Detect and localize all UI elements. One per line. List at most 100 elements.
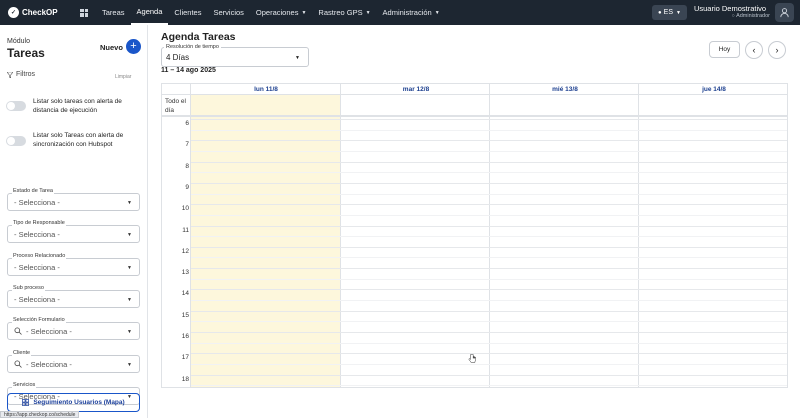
filter-value: - Selecciona - [14,229,60,239]
sidebar: Módulo Tareas Nuevo + Filtros Limpiar Li… [0,25,148,418]
hour-label: 8 [185,162,189,170]
filter-select[interactable]: - Selecciona - ▼ [7,355,140,373]
time-slot-line [191,236,787,238]
time-slot-line [191,182,787,184]
nav-item-4[interactable]: Operaciones ▼ [250,0,312,25]
all-day-label: Todo el día [165,98,186,114]
hour-label: 10 [181,205,189,213]
nav-item-label: Servicios [213,8,244,17]
page-title: Agenda Tareas [161,31,236,43]
time-slot-line [191,257,787,259]
nav-item-label: Tareas [102,8,125,17]
nav-item-1[interactable]: Agenda [130,0,169,25]
today-button[interactable]: Hoy [709,41,740,58]
time-slot-line [191,363,787,365]
user-tracking-map-button[interactable]: Seguimiento Usuarios (Mapa) [7,393,140,412]
time-slot-line [191,321,787,323]
filter-value: - Selecciona - [14,262,60,272]
nav-item-label: Operaciones [255,8,299,17]
time-resolution-label: Resolución de tiempo [164,44,221,50]
time-slot-line [191,342,787,344]
plus-icon: + [130,40,137,52]
nav-item-label: Administración [382,8,432,17]
chevron-down-icon: ▼ [127,362,132,368]
user-name[interactable]: Usuario Demostrativo [690,4,770,13]
day-header[interactable]: mar 12/8 [341,84,491,95]
nav-item-6[interactable]: Administración ▼ [377,0,446,25]
hour-label: 14 [181,290,189,298]
filter-label: Selección Formulario [12,317,66,323]
nav-item-label: Rastreo GPS [318,8,363,17]
filter-label: Proceso Relacionado [12,253,67,259]
logo-icon: ✓ [8,7,19,18]
filter-select[interactable]: - Selecciona - ▼ [7,193,140,211]
time-slot-line [191,268,787,270]
hour-label: 13 [181,269,189,277]
hour-label: 7 [185,141,189,149]
filter-select[interactable]: - Selecciona - ▼ [7,225,140,243]
filter-select[interactable]: - Selecciona - ▼ [7,258,140,276]
chevron-down-icon: ▼ [434,9,440,16]
apps-grid-icon[interactable] [80,8,88,17]
language-selector[interactable]: ● ES ▼ [652,5,687,20]
today-column-highlight [191,95,341,387]
time-slot-line [191,150,787,152]
hubspot-sync-toggle[interactable] [6,136,26,146]
all-day-row[interactable] [162,95,787,117]
time-slot-line [191,278,787,280]
prev-button[interactable]: ‹ [745,41,763,59]
module-title: Tareas [7,46,45,60]
new-task-button[interactable]: + [126,39,141,54]
time-slot-line [191,289,787,291]
app-logo[interactable]: ✓ CheckOP [8,7,70,18]
filter-label: Servicios [12,382,37,388]
filter-label: Sub proceso [12,285,45,291]
filter-value: - Selecciona - [14,294,60,304]
search-icon [14,360,22,368]
calendar-grid[interactable]: lun 11/8 mar 12/8 mié 13/8 jue 14/8 Todo el… [161,83,788,388]
hour-label: 11 [182,226,189,234]
filter-select[interactable]: - Selecciona - ▼ [7,290,140,308]
day-header[interactable]: lun 11/8 [191,84,341,95]
day-header[interactable]: jue 14/8 [639,84,787,95]
nav-item-0[interactable]: Tareas [96,0,131,25]
nav-item-label: Agenda [136,7,163,16]
chevron-down-icon: ▼ [301,9,307,16]
next-button[interactable]: › [768,41,786,59]
module-label: Módulo [7,38,30,45]
filter-label: Tipo de Responsable [12,220,66,226]
map-button-label: Seguimiento Usuarios (Mapa) [33,399,125,406]
nav-item-5[interactable]: Rastreo GPS ▼ [312,0,376,25]
filter-label: Estado de Tarea [12,188,54,194]
clear-filters-link[interactable]: Limpiar [115,74,131,80]
time-slot-line [191,161,787,163]
user-role: ○ Administrador [710,13,770,19]
filter-label: Cliente [12,350,32,356]
time-slot-line [191,129,787,131]
avatar[interactable] [775,3,794,22]
time-slot-line [191,300,787,302]
time-slot-line [191,204,787,206]
hour-label: 16 [181,333,189,340]
time-slot-line [191,119,787,120]
time-slot-line [191,332,787,333]
new-task-label[interactable]: Nuevo [100,43,123,52]
calendar-header: lun 11/8 mar 12/8 mié 13/8 jue 14/8 [162,84,787,95]
nav-item-2[interactable]: Clientes [168,0,207,25]
time-slot-line [191,193,787,195]
globe-icon: ● [658,9,662,16]
hour-label: 6 [185,120,189,127]
filter-select[interactable]: - Selecciona - ▼ [7,322,140,340]
day-header[interactable]: mié 13/8 [490,84,640,95]
distance-alert-toggle[interactable] [6,101,26,111]
time-slot-line [191,310,787,312]
filter-value: - Selecciona - [14,197,60,207]
pointer-hand-icon [468,354,476,363]
hour-label: 17 [181,354,189,362]
distance-alert-label: Listar solo tareas con alerta de distanc… [33,98,122,114]
filters-header: Filtros [7,71,35,78]
filter-icon [7,71,13,78]
hour-label: 15 [181,311,189,319]
nav-item-3[interactable]: Servicios [207,0,249,25]
filter-value: - Selecciona - [26,326,72,336]
